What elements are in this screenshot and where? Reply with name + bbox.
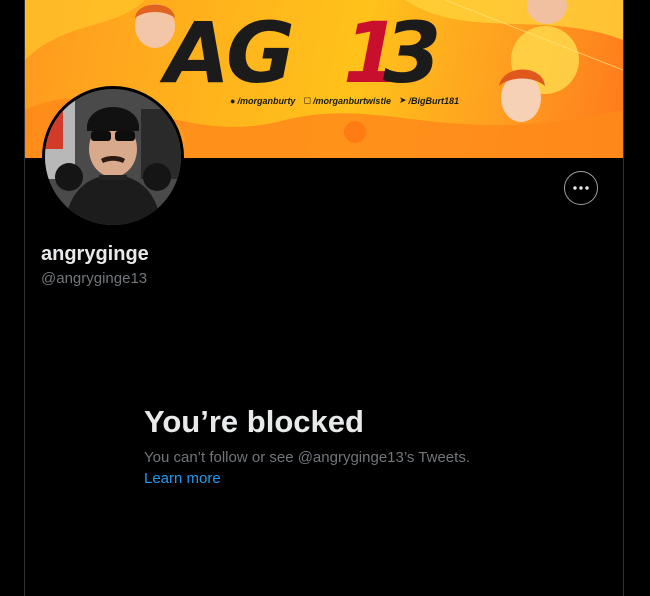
- social-snapchat: ●/morganburty: [230, 95, 296, 106]
- profile-column: AG 1 3 ●/morganburty ◻/morganburtwistle …: [24, 0, 624, 596]
- snapchat-icon: ●: [230, 95, 236, 106]
- blocked-description: You can’t follow or see @angryginge13’s …: [144, 449, 470, 466]
- more-options-button[interactable]: [564, 171, 598, 205]
- banner-socials: ●/morganburty ◻/morganburtwistle ➤/BigBu…: [230, 95, 459, 106]
- profile-avatar[interactable]: [42, 86, 184, 228]
- user-handle: @angryginge13: [41, 270, 148, 287]
- more-horizontal-icon: [573, 186, 589, 190]
- avatar-photo: [45, 89, 181, 225]
- ag13-logo: AG 1 3: [159, 4, 441, 102]
- learn-more-link[interactable]: Learn more: [144, 470, 221, 488]
- instagram-icon: ◻: [303, 95, 311, 105]
- blocked-notice: You’re blocked You can’t follow or see @…: [144, 404, 564, 488]
- social-instagram: ◻/morganburtwistle: [303, 95, 391, 106]
- display-name: angryginge: [41, 243, 149, 265]
- svg-text:AG: AG: [159, 4, 292, 102]
- blocked-title: You’re blocked: [144, 404, 364, 439]
- social-twitter: ➤/BigBurt181: [398, 95, 460, 106]
- twitter-icon: ➤: [398, 95, 407, 105]
- svg-text:3: 3: [383, 4, 437, 102]
- face-icon: [499, 69, 545, 122]
